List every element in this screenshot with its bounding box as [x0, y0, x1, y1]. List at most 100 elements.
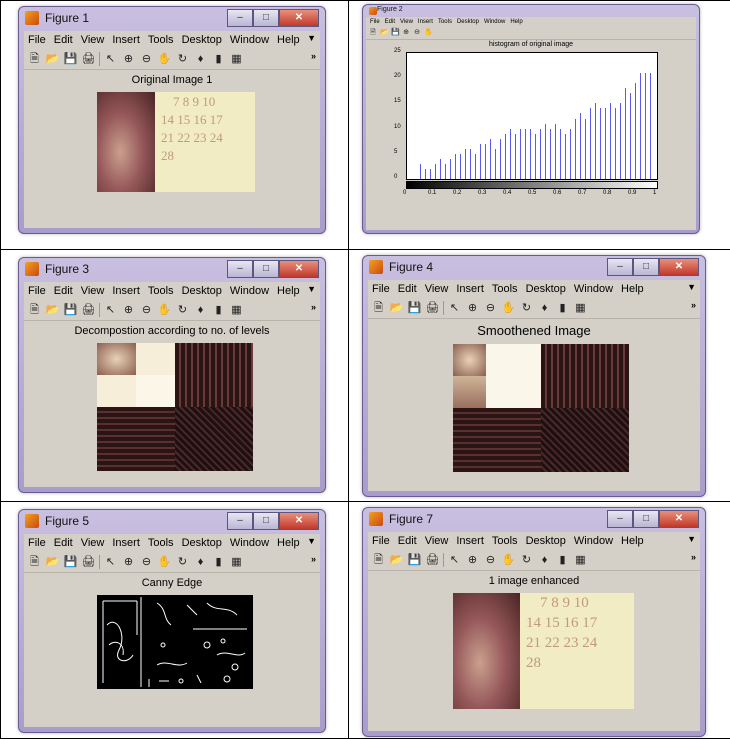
menu-desktop[interactable]: Desktop: [457, 19, 479, 25]
close-button[interactable]: ✕: [279, 512, 319, 530]
menu-view[interactable]: View: [425, 535, 449, 547]
open-icon[interactable]: 📂: [45, 555, 60, 570]
menu-desktop[interactable]: Desktop: [182, 537, 222, 549]
colorbar-icon[interactable]: ▮: [555, 301, 570, 316]
data-cursor-icon[interactable]: ♦: [193, 52, 208, 67]
maximize-button[interactable]: □: [633, 510, 659, 528]
zoom-out-icon[interactable]: ⊖: [483, 301, 498, 316]
menu-edit[interactable]: Edit: [54, 537, 73, 549]
menu-desktop[interactable]: Desktop: [182, 34, 222, 46]
menu-file[interactable]: File: [372, 535, 390, 547]
save-icon[interactable]: 💾: [63, 555, 78, 570]
menu-view[interactable]: View: [81, 285, 105, 297]
print-icon[interactable]: 🖨: [81, 52, 96, 67]
print-icon[interactable]: 🖨: [425, 553, 440, 568]
colorbar-icon[interactable]: ▮: [211, 555, 226, 570]
zoom-out-icon[interactable]: ⊖: [413, 29, 421, 37]
menu-window[interactable]: Window: [574, 535, 613, 547]
menu-insert[interactable]: Insert: [112, 285, 140, 297]
title-bar[interactable]: Figure 2: [363, 5, 699, 17]
figure-7-window[interactable]: Figure 7 – □ ✕ File Edit View Insert Too…: [362, 507, 706, 737]
menu-file[interactable]: File: [28, 285, 46, 297]
menu-edit[interactable]: Edit: [54, 285, 73, 297]
close-button[interactable]: ✕: [659, 258, 699, 276]
menu-edit[interactable]: Edit: [54, 34, 73, 46]
zoom-out-icon[interactable]: ⊖: [139, 303, 154, 318]
figure-1-window[interactable]: Figure 1 – □ ✕ File Edit View Insert Too…: [18, 6, 326, 234]
menu-help[interactable]: Help: [277, 285, 300, 297]
menu-tools[interactable]: Tools: [148, 285, 174, 297]
menu-insert[interactable]: Insert: [456, 535, 484, 547]
pan-icon[interactable]: ✋: [157, 555, 172, 570]
open-icon[interactable]: 📂: [45, 52, 60, 67]
menu-insert[interactable]: Insert: [112, 537, 140, 549]
close-button[interactable]: ✕: [279, 9, 319, 27]
zoom-out-icon[interactable]: ⊖: [139, 555, 154, 570]
new-icon[interactable]: 🗎: [371, 301, 386, 316]
zoom-out-icon[interactable]: ⊖: [483, 553, 498, 568]
minimize-button[interactable]: –: [227, 512, 253, 530]
data-cursor-icon[interactable]: ♦: [193, 555, 208, 570]
menu-tools[interactable]: Tools: [438, 19, 452, 25]
new-icon[interactable]: 🗎: [27, 303, 42, 318]
menu-tools[interactable]: Tools: [492, 535, 518, 547]
zoom-in-icon[interactable]: ⊕: [465, 301, 480, 316]
print-icon[interactable]: 🖨: [81, 555, 96, 570]
print-icon[interactable]: 🖨: [81, 303, 96, 318]
save-icon[interactable]: 💾: [63, 52, 78, 67]
rotate-icon[interactable]: ↻: [175, 303, 190, 318]
title-bar[interactable]: Figure 5 – □ ✕: [19, 510, 325, 532]
pointer-icon[interactable]: ↖: [103, 555, 118, 570]
toolbar-overflow-icon[interactable]: »: [691, 552, 696, 562]
pointer-icon[interactable]: ↖: [103, 52, 118, 67]
rotate-icon[interactable]: ↻: [519, 553, 534, 568]
save-icon[interactable]: 💾: [407, 301, 422, 316]
new-icon[interactable]: 🗎: [27, 555, 42, 570]
new-icon[interactable]: 🗎: [371, 553, 386, 568]
rotate-icon[interactable]: ↻: [519, 301, 534, 316]
zoom-out-icon[interactable]: ⊖: [139, 52, 154, 67]
menu-help[interactable]: Help: [277, 34, 300, 46]
colorbar-icon[interactable]: ▮: [211, 52, 226, 67]
menu-window[interactable]: Window: [484, 19, 505, 25]
figure-3-window[interactable]: Figure 3 – □ ✕ File Edit View Insert Too…: [18, 257, 326, 493]
legend-icon[interactable]: ▦: [573, 301, 588, 316]
colorbar-icon[interactable]: ▮: [555, 553, 570, 568]
menu-help[interactable]: Help: [277, 537, 300, 549]
data-cursor-icon[interactable]: ♦: [537, 553, 552, 568]
close-button[interactable]: ✕: [279, 260, 319, 278]
menu-edit[interactable]: Edit: [398, 283, 417, 295]
maximize-button[interactable]: □: [253, 260, 279, 278]
minimize-button[interactable]: –: [227, 260, 253, 278]
menu-desktop[interactable]: Desktop: [182, 285, 222, 297]
toolbar-overflow-icon[interactable]: »: [311, 554, 316, 564]
menu-help[interactable]: Help: [510, 19, 522, 25]
menu-insert[interactable]: Insert: [418, 19, 433, 25]
menu-file[interactable]: File: [370, 19, 380, 25]
menu-tools[interactable]: Tools: [148, 34, 174, 46]
pointer-icon[interactable]: ↖: [103, 303, 118, 318]
menu-view[interactable]: View: [81, 34, 105, 46]
menu-file[interactable]: File: [372, 283, 390, 295]
title-bar[interactable]: Figure 4 – □ ✕: [363, 256, 705, 278]
data-cursor-icon[interactable]: ♦: [537, 301, 552, 316]
toolbar-overflow-icon[interactable]: »: [311, 51, 316, 61]
menu-file[interactable]: File: [28, 34, 46, 46]
pan-icon[interactable]: ✋: [157, 52, 172, 67]
zoom-in-icon[interactable]: ⊕: [402, 29, 410, 37]
maximize-button[interactable]: □: [253, 512, 279, 530]
menu-overflow-icon[interactable]: ▼: [307, 536, 316, 546]
menu-view[interactable]: View: [81, 537, 105, 549]
menu-desktop[interactable]: Desktop: [526, 535, 566, 547]
new-icon[interactable]: 🗎: [27, 52, 42, 67]
title-bar[interactable]: Figure 7 – □ ✕: [363, 508, 705, 530]
menu-tools[interactable]: Tools: [148, 537, 174, 549]
menu-overflow-icon[interactable]: ▼: [307, 33, 316, 43]
menu-view[interactable]: View: [425, 283, 449, 295]
zoom-in-icon[interactable]: ⊕: [465, 553, 480, 568]
print-icon[interactable]: 🖨: [425, 301, 440, 316]
minimize-button[interactable]: –: [607, 258, 633, 276]
menu-help[interactable]: Help: [621, 535, 644, 547]
zoom-in-icon[interactable]: ⊕: [121, 303, 136, 318]
toolbar-overflow-icon[interactable]: »: [311, 302, 316, 312]
